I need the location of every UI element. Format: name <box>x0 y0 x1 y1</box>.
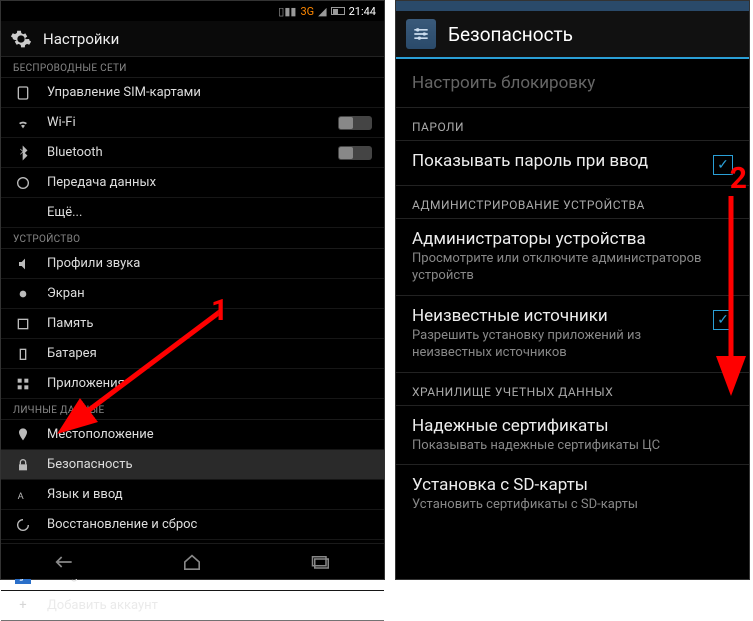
row-label: Батарея <box>47 346 372 361</box>
section-device: УСТРОЙСТВО <box>1 228 384 249</box>
row-show-password[interactable]: Показывать пароль при ввод <box>396 141 749 186</box>
item-title: Показывать пароль при ввод <box>412 151 703 171</box>
wifi-icon <box>13 113 33 133</box>
row-bluetooth[interactable]: Bluetooth <box>1 138 384 168</box>
item-subtitle: Разрешить установку приложений из неизве… <box>412 328 703 362</box>
plus-icon: + <box>13 596 33 616</box>
lock-setup-label: Настроить блокировку <box>412 73 595 93</box>
row-wifi[interactable]: Wi-Fi <box>1 108 384 138</box>
annotation-label-2: 2 <box>730 161 747 196</box>
section-wireless: БЕСПРОВОДНЫЕ СЕТИ <box>1 57 384 78</box>
row-more[interactable]: Ещё... <box>1 198 384 228</box>
left-phone-settings: ▯▮▮ 3G ◢ 21:44 Настройки БЕСПРОВОДНЫЕ СЕ… <box>0 0 385 580</box>
row-language[interactable]: A Язык и ввод <box>1 480 384 510</box>
battery-icon <box>13 344 33 364</box>
annotation-label-1: 1 <box>211 293 228 328</box>
blank-icon <box>13 203 33 223</box>
section-cred-storage: ХРАНИЛИЩЕ УЧЕТНЫХ ДАННЫХ <box>396 373 749 406</box>
row-label: Безопасность <box>47 457 372 472</box>
row-install-sd[interactable]: Установка с SD-карты Установить сертифик… <box>396 465 749 524</box>
item-title: Администраторы устройства <box>412 229 733 249</box>
svg-text:A: A <box>18 491 24 502</box>
row-trusted-certs[interactable]: Надежные сертификаты Показывать надежные… <box>396 406 749 466</box>
row-security[interactable]: Безопасность <box>1 450 384 480</box>
item-title: Неизвестные источники <box>412 306 703 326</box>
signal-bars-icon: ◢ <box>318 5 326 18</box>
item-subtitle: Просмотрите или отключите администраторо… <box>412 251 733 285</box>
row-memory[interactable]: Память <box>1 309 384 339</box>
memory-icon <box>13 314 33 334</box>
item-subtitle: Показывать надежные сертификаты ЦС <box>412 438 733 455</box>
row-label: Ещё... <box>47 205 372 220</box>
right-phone-security: Безопасность Настроить блокировку ПАРОЛИ… <box>395 0 750 580</box>
clock: 21:44 <box>349 5 376 18</box>
row-label: Передача данных <box>47 175 372 190</box>
row-label: Bluetooth <box>47 145 338 160</box>
home-button[interactable] <box>178 552 206 572</box>
language-icon: A <box>13 485 33 505</box>
row-data-usage[interactable]: Передача данных <box>1 168 384 198</box>
location-icon <box>13 425 33 445</box>
battery-icon <box>331 7 345 15</box>
signal-icon: ▯▮▮ <box>278 5 296 18</box>
row-label: Управление SIM-картами <box>47 85 372 100</box>
page-title: Настройки <box>43 30 119 48</box>
back-button[interactable] <box>51 552 79 572</box>
security-header: Безопасность <box>396 11 749 59</box>
row-sim[interactable]: Управление SIM-картами <box>1 78 384 108</box>
row-sound[interactable]: Профили звука <box>1 249 384 279</box>
section-personal: ЛИЧНЫЕ ДАННЫЕ <box>1 399 384 420</box>
row-battery[interactable]: Батарея <box>1 339 384 369</box>
row-apps[interactable]: Приложения <box>1 369 384 399</box>
unknown-sources-checkbox[interactable] <box>713 310 733 330</box>
backup-icon <box>13 515 33 535</box>
app-header: Настройки <box>1 21 384 57</box>
section-passwords: ПАРОЛИ <box>396 108 749 141</box>
row-backup[interactable]: Восстановление и сброс <box>1 510 384 540</box>
status-bar: ▯▮▮ 3G ◢ 21:44 <box>1 1 384 21</box>
lock-icon <box>13 455 33 475</box>
row-label: Добавить аккаунт <box>47 598 372 613</box>
network-label: 3G <box>300 5 314 18</box>
apps-icon <box>13 374 33 394</box>
row-device-admins[interactable]: Администраторы устройства Просмотрите ил… <box>396 219 749 296</box>
status-strip <box>396 1 749 11</box>
bluetooth-toggle[interactable] <box>338 146 372 160</box>
data-icon <box>13 173 33 193</box>
security-title: Безопасность <box>448 23 573 46</box>
row-label: Приложения <box>47 376 372 391</box>
item-title: Надежные сертификаты <box>412 416 733 436</box>
row-label: Восстановление и сброс <box>47 517 372 532</box>
row-label: Язык и ввод <box>47 487 372 502</box>
row-label: Местоположение <box>47 427 372 442</box>
row-label: Профили звука <box>47 256 372 271</box>
row-label: Wi-Fi <box>47 115 338 130</box>
item-title: Установка с SD-карты <box>412 475 733 495</box>
sim-icon <box>13 83 33 103</box>
gear-icon <box>9 27 33 51</box>
item-subtitle: Установить сертификаты с SD-карты <box>412 497 733 514</box>
lock-setup-row[interactable]: Настроить блокировку <box>396 59 749 108</box>
sound-icon <box>13 254 33 274</box>
wifi-toggle[interactable] <box>338 116 372 130</box>
row-label: Экран <box>47 286 372 301</box>
bluetooth-icon <box>13 143 33 163</box>
row-label: Память <box>47 316 372 331</box>
row-unknown-sources[interactable]: Неизвестные источники Разрешить установк… <box>396 296 749 373</box>
nav-bar <box>1 543 384 579</box>
row-location[interactable]: Местоположение <box>1 420 384 450</box>
row-add-account[interactable]: + Добавить аккаунт <box>1 591 384 621</box>
sliders-icon <box>406 19 436 49</box>
display-icon <box>13 284 33 304</box>
section-admin: АДМИНИСТРИРОВАНИЕ УСТРОЙСТВА <box>396 186 749 219</box>
recent-button[interactable] <box>306 552 334 572</box>
row-display[interactable]: Экран <box>1 279 384 309</box>
